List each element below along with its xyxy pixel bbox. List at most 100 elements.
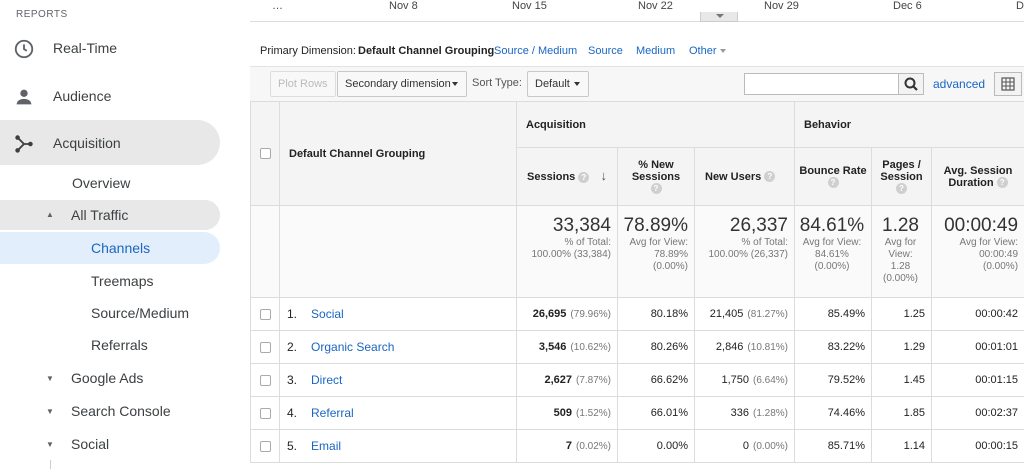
sidebar-item-treemaps[interactable]: Treemaps <box>91 266 154 296</box>
new-users-header[interactable]: New Users ? <box>694 147 795 206</box>
new-sessions-header-label: % New Sessions <box>631 158 681 183</box>
sidebar-item-label: Audience <box>53 88 112 104</box>
row-sessions: 3,546 (10.62%) <box>516 330 618 364</box>
total-note: Avg for View: <box>802 237 862 248</box>
help-icon[interactable]: ? <box>764 171 776 183</box>
table-search-input[interactable] <box>744 73 899 95</box>
row-bounce-rate: 79.52% <box>794 363 872 397</box>
row-new-users: 1,750 (6.64%) <box>694 363 795 397</box>
sidebar-item-label: Real-Time <box>53 40 118 56</box>
help-icon[interactable]: ? <box>996 177 1008 189</box>
row-checkbox[interactable] <box>259 341 271 353</box>
expand-down-icon: ▼ <box>46 374 54 383</box>
sidebar-item-acquisition[interactable]: Acquisition <box>0 123 220 163</box>
row-checkbox[interactable] <box>259 308 271 320</box>
help-icon[interactable]: ? <box>827 177 839 189</box>
row-checkbox[interactable] <box>259 440 271 452</box>
secondary-dimension-dropdown[interactable]: Secondary dimension <box>337 71 467 97</box>
select-all-checkbox[interactable] <box>259 148 271 160</box>
row-channel-link[interactable]: Direct <box>311 373 342 387</box>
row-number: 2. <box>287 340 298 354</box>
search-button[interactable] <box>898 73 924 95</box>
row-new-sessions: 66.62% <box>617 363 695 397</box>
new-users-header-label: New Users <box>705 170 762 183</box>
table-toolbar: Plot Rows Secondary dimension Sort Type:… <box>250 66 1024 101</box>
totals-spacer <box>279 205 517 298</box>
help-icon[interactable]: ? <box>896 183 907 195</box>
row-new-users-value: 21,405 <box>709 308 744 320</box>
total-value: 84.61% <box>799 215 865 236</box>
row-duration: 00:00:15 <box>930 429 1024 463</box>
row-pages-session: 1.85 <box>871 396 932 430</box>
total-note: Avg for View: <box>959 237 1019 248</box>
pages-session-header-label: Pages / Session <box>880 158 923 183</box>
avg-session-duration-header[interactable]: Avg. Session Duration ? <box>930 147 1024 206</box>
total-note: 78.89% <box>654 249 688 260</box>
help-icon[interactable]: ? <box>650 183 662 195</box>
row-duration: 00:00:42 <box>930 297 1024 331</box>
table-row: 2. Organic Search 3,546 (10.62%) 80.26% 2,… <box>250 330 1024 364</box>
sidebar-item-search-console[interactable]: Search Console <box>71 396 171 426</box>
row-sessions: 509 (1.52%) <box>516 396 618 430</box>
dimension-other-dropdown[interactable]: Other <box>689 45 726 57</box>
sidebar-item-social[interactable]: Social <box>71 429 109 459</box>
row-sessions-value: 509 <box>553 407 572 419</box>
row-channel-link[interactable]: Referral <box>311 406 354 420</box>
table-row: 5. Email 7 (0.02%) 0.00% 0 (0.00%) 85.71% 1… <box>250 429 1024 463</box>
total-value: 26,337 <box>729 215 788 236</box>
total-note: Avg for View: <box>629 237 688 248</box>
row-bounce-rate: 85.71% <box>794 429 872 463</box>
total-note: (0.00%) <box>814 261 850 272</box>
sidebar-item-overview[interactable]: Overview <box>72 168 130 198</box>
chart-collapse-handle[interactable] <box>700 12 738 22</box>
row-number: 5. <box>287 439 298 453</box>
row-channel-link[interactable]: Email <box>311 439 341 453</box>
row-channel-link[interactable]: Social <box>311 307 344 321</box>
total-value: 1.28 <box>882 215 919 236</box>
totals-spacer <box>250 205 280 298</box>
sidebar-item-source-medium[interactable]: Source/Medium <box>91 298 189 328</box>
new-sessions-header[interactable]: % New Sessions? <box>617 147 695 206</box>
table-view-button[interactable] <box>994 72 1022 96</box>
pages-session-header[interactable]: Pages / Session? <box>871 147 932 206</box>
row-bounce-rate: 83.22% <box>794 330 872 364</box>
help-icon[interactable]: ? <box>578 171 590 183</box>
total-note: Avg for <box>884 237 917 248</box>
row-checkbox[interactable] <box>259 407 271 419</box>
row-select-cell <box>250 396 280 430</box>
row-duration: 00:01:01 <box>930 330 1024 364</box>
advanced-filter-link[interactable]: advanced <box>933 77 985 91</box>
expand-down-icon: ▼ <box>46 407 54 416</box>
row-number: 3. <box>287 373 298 387</box>
row-sessions-value: 2,627 <box>544 374 572 386</box>
sidebar-item-all-traffic[interactable]: All Traffic <box>71 200 128 230</box>
row-sessions-value: 3,546 <box>538 341 567 353</box>
sidebar-item-audience[interactable]: Audience <box>0 76 220 116</box>
table-row: 4. Referral 509 (1.52%) 66.01% 336 (1.28%) … <box>250 396 1024 430</box>
row-dimension-cell: 2. Organic Search <box>279 330 517 364</box>
row-number: 1. <box>287 307 298 321</box>
select-all-cell <box>250 101 280 206</box>
plot-rows-button[interactable]: Plot Rows <box>270 71 336 97</box>
sidebar-item-realtime[interactable]: Real-Time <box>0 28 220 68</box>
row-sessions-pct: (7.87%) <box>575 375 611 386</box>
row-pages-session: 1.45 <box>871 363 932 397</box>
sidebar-item-channels[interactable]: Channels <box>91 233 150 263</box>
row-checkbox[interactable] <box>259 374 271 386</box>
dimension-source-medium-link[interactable]: Source / Medium <box>494 45 577 57</box>
sidebar-item-google-ads[interactable]: Google Ads <box>71 363 143 393</box>
timeline-label: Dec 6 <box>893 0 922 12</box>
dimension-medium-link[interactable]: Medium <box>636 45 675 57</box>
dimension-source-link[interactable]: Source <box>588 45 623 57</box>
sort-type-dropdown[interactable]: Default <box>527 71 589 97</box>
sidebar-item-referrals[interactable]: Referrals <box>91 330 148 360</box>
row-channel-link[interactable]: Organic Search <box>311 340 394 354</box>
bounce-rate-header[interactable]: Bounce Rate? <box>794 147 872 206</box>
sidebar-item-label: Acquisition <box>53 135 121 151</box>
row-select-cell <box>250 363 280 397</box>
chevron-down-icon <box>574 82 580 86</box>
sessions-header[interactable]: Sessions ? ↓ <box>516 147 618 206</box>
row-duration: 00:01:15 <box>930 363 1024 397</box>
dimension-header[interactable]: Default Channel Grouping <box>279 101 517 206</box>
grid-icon <box>1001 77 1015 91</box>
